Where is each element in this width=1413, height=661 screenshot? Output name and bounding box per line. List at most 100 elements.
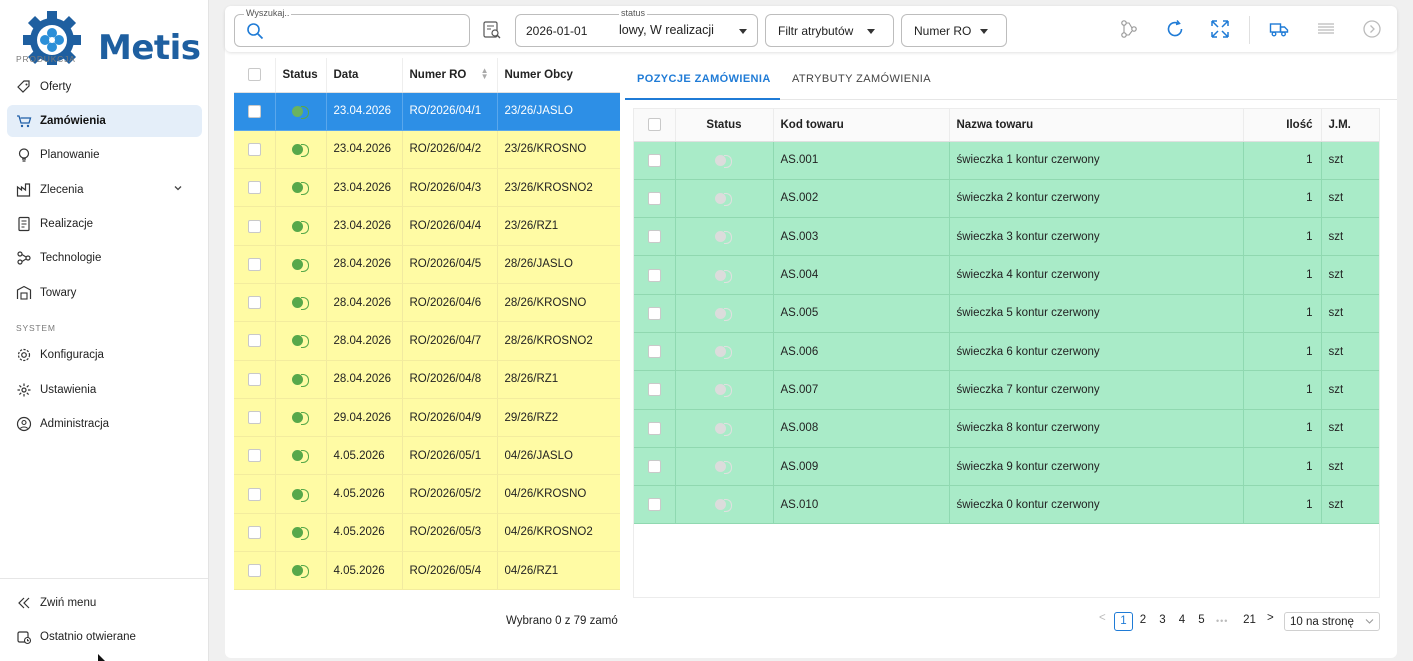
order-date: 23.04.2026 [326, 130, 403, 170]
row-checkbox[interactable] [234, 436, 276, 476]
column-header-numer-obcy[interactable]: Numer Obcy [497, 58, 620, 93]
row-checkbox[interactable] [634, 255, 676, 295]
item-row[interactable]: AS.005 świeczka 5 kontur czerwony 1 szt [634, 294, 1379, 333]
row-checkbox[interactable] [634, 294, 676, 333]
order-row[interactable]: 28.04.2026 RO/2026/04/8 28/26/RZ1 [234, 360, 620, 399]
page-button[interactable]: 4 [1173, 612, 1192, 631]
order-row[interactable]: 4.05.2026 RO/2026/05/2 04/26/KROSNO [234, 474, 620, 514]
order-external-number: 28/26/JASLO [497, 245, 620, 284]
search-input[interactable]: Wyszukaj.. [234, 8, 470, 47]
sidebar-item-ustawienia[interactable]: Ustawienia [7, 374, 202, 406]
page-size-select[interactable]: 10 na stronę [1284, 612, 1380, 631]
order-external-number: 04/26/RZ1 [497, 551, 620, 591]
item-row[interactable]: AS.010 świeczka 0 kontur czerwony 1 szt [634, 485, 1379, 525]
item-row[interactable]: AS.007 świeczka 7 kontur czerwony 1 szt [634, 370, 1379, 410]
item-row[interactable]: AS.002 świeczka 2 kontur czerwony 1 szt [634, 179, 1379, 219]
page-button-last[interactable]: 21 [1240, 612, 1259, 631]
sidebar-item-oferty[interactable]: Oferty [7, 71, 202, 103]
row-checkbox[interactable] [234, 283, 276, 323]
recent-items-button[interactable]: Ostatnio otwierane [7, 621, 202, 653]
sidebar-item-planowanie[interactable]: Planowanie [7, 139, 202, 171]
row-checkbox[interactable] [234, 130, 276, 170]
row-checkbox[interactable] [634, 409, 676, 448]
row-checkbox[interactable] [234, 206, 276, 246]
column-header-status[interactable]: Status [675, 109, 774, 142]
tab-atrybuty-zamowienia[interactable]: ATRYBUTY ZAMÓWIENIA [792, 73, 931, 85]
row-checkbox[interactable] [634, 370, 676, 410]
row-checkbox[interactable] [634, 179, 676, 219]
row-checkbox[interactable] [634, 447, 676, 487]
list-icon[interactable] [1316, 19, 1336, 39]
order-row[interactable]: 29.04.2026 RO/2026/04/9 29/26/RZ2 [234, 398, 620, 438]
page-button[interactable]: 3 [1153, 612, 1172, 631]
sidebar-item-technologie[interactable]: Technologie [7, 242, 202, 274]
search-list-icon[interactable] [482, 20, 502, 40]
mouse-cursor-icon [98, 654, 105, 661]
row-checkbox[interactable] [634, 141, 676, 180]
item-row[interactable]: AS.003 świeczka 3 kontur czerwony 1 szt [634, 217, 1379, 257]
prev-page-button[interactable]: < [1099, 612, 1106, 624]
sidebar-item-label: Zamówienia [40, 115, 106, 127]
sidebar-item-realizacje[interactable]: Realizacje [7, 208, 202, 240]
row-checkbox[interactable] [234, 168, 276, 208]
order-row[interactable]: 23.04.2026 RO/2026/04/2 23/26/KROSNO [234, 130, 620, 170]
order-row[interactable]: 23.04.2026 RO/2026/04/3 23/26/KROSNO2 [234, 168, 620, 208]
item-row[interactable]: AS.001 świeczka 1 kontur czerwony 1 szt [634, 141, 1379, 180]
tab-pozycje-zamowienia[interactable]: POZYCJE ZAMÓWIENIA [637, 73, 771, 85]
order-row[interactable]: 28.04.2026 RO/2026/04/6 28/26/KROSNO [234, 283, 620, 323]
sidebar-item-towary[interactable]: Towary [7, 277, 202, 309]
ro-number-dropdown[interactable]: Numer RO [901, 14, 1007, 47]
order-row[interactable]: 23.04.2026 RO/2026/04/1 23/26/JASLO [234, 92, 620, 131]
item-row[interactable]: AS.008 świeczka 8 kontur czerwony 1 szt [634, 409, 1379, 448]
chevron-down-icon[interactable] [172, 182, 184, 194]
row-checkbox[interactable] [234, 360, 276, 399]
column-header-status[interactable]: Status [275, 58, 327, 93]
workflow-icon[interactable] [1119, 19, 1139, 39]
sidebar-item-label: Towary [40, 287, 77, 299]
sidebar-item-zamowienia[interactable]: Zamówienia [7, 105, 202, 137]
row-checkbox[interactable] [634, 217, 676, 257]
collapse-menu-button[interactable]: Zwiń menu [7, 587, 202, 619]
column-header-numer-ro[interactable]: Numer RO ▲ ▼ [402, 58, 498, 93]
column-header-kod-towaru[interactable]: Kod towaru [773, 109, 950, 142]
column-header-nazwa-towaru[interactable]: Nazwa towaru [949, 109, 1244, 142]
truck-icon[interactable] [1269, 19, 1289, 39]
item-row[interactable]: AS.004 świeczka 4 kontur czerwony 1 szt [634, 255, 1379, 295]
sort-icon[interactable]: ▲ ▼ [481, 67, 489, 81]
status-filter[interactable]: status 2026-01-01 lowy, W realizacji [515, 8, 758, 47]
item-row[interactable]: AS.006 świeczka 6 kontur czerwony 1 szt [634, 332, 1379, 372]
sidebar-item-konfiguracja[interactable]: Konfiguracja [7, 339, 202, 371]
order-row[interactable]: 4.05.2026 RO/2026/05/1 04/26/JASLO [234, 436, 620, 476]
order-row[interactable]: 23.04.2026 RO/2026/04/4 23/26/RZ1 [234, 206, 620, 246]
select-all-items-checkbox[interactable] [634, 109, 676, 142]
order-row[interactable]: 4.05.2026 RO/2026/05/3 04/26/KROSNO2 [234, 513, 620, 553]
select-all-checkbox[interactable] [234, 58, 276, 93]
order-row[interactable]: 28.04.2026 RO/2026/04/5 28/26/JASLO [234, 245, 620, 284]
row-checkbox[interactable] [234, 92, 276, 131]
page-button[interactable]: 1 [1114, 612, 1133, 631]
item-row[interactable]: AS.009 świeczka 9 kontur czerwony 1 szt [634, 447, 1379, 487]
order-row[interactable]: 4.05.2026 RO/2026/05/4 04/26/RZ1 [234, 551, 620, 591]
row-checkbox[interactable] [234, 513, 276, 553]
sidebar-item-zlecenia[interactable]: Zlecenia [7, 174, 202, 206]
row-checkbox[interactable] [634, 485, 676, 525]
sidebar-item-administracja[interactable]: Administracja [7, 408, 202, 440]
row-checkbox[interactable] [234, 398, 276, 438]
page-button[interactable]: 2 [1134, 612, 1153, 631]
column-header-ilosc[interactable]: Ilość [1243, 109, 1322, 142]
column-header-data[interactable]: Data [326, 58, 403, 93]
row-checkbox[interactable] [234, 474, 276, 514]
attribute-filter-dropdown[interactable]: Filtr atrybutów [765, 14, 894, 47]
row-checkbox[interactable] [234, 551, 276, 591]
row-checkbox[interactable] [234, 245, 276, 284]
row-checkbox[interactable] [234, 321, 276, 361]
order-row[interactable]: 28.04.2026 RO/2026/04/7 28/26/KROSNO2 [234, 321, 620, 361]
next-circle-icon[interactable] [1362, 19, 1382, 39]
page-button[interactable]: 5 [1192, 612, 1211, 631]
expand-icon[interactable] [1210, 19, 1230, 39]
refresh-icon[interactable] [1165, 19, 1185, 39]
pagination-ellipsis[interactable]: ••• [1216, 616, 1228, 626]
column-header-jm[interactable]: J.M. [1321, 109, 1379, 142]
next-page-button[interactable]: > [1267, 612, 1274, 624]
row-checkbox[interactable] [634, 332, 676, 372]
